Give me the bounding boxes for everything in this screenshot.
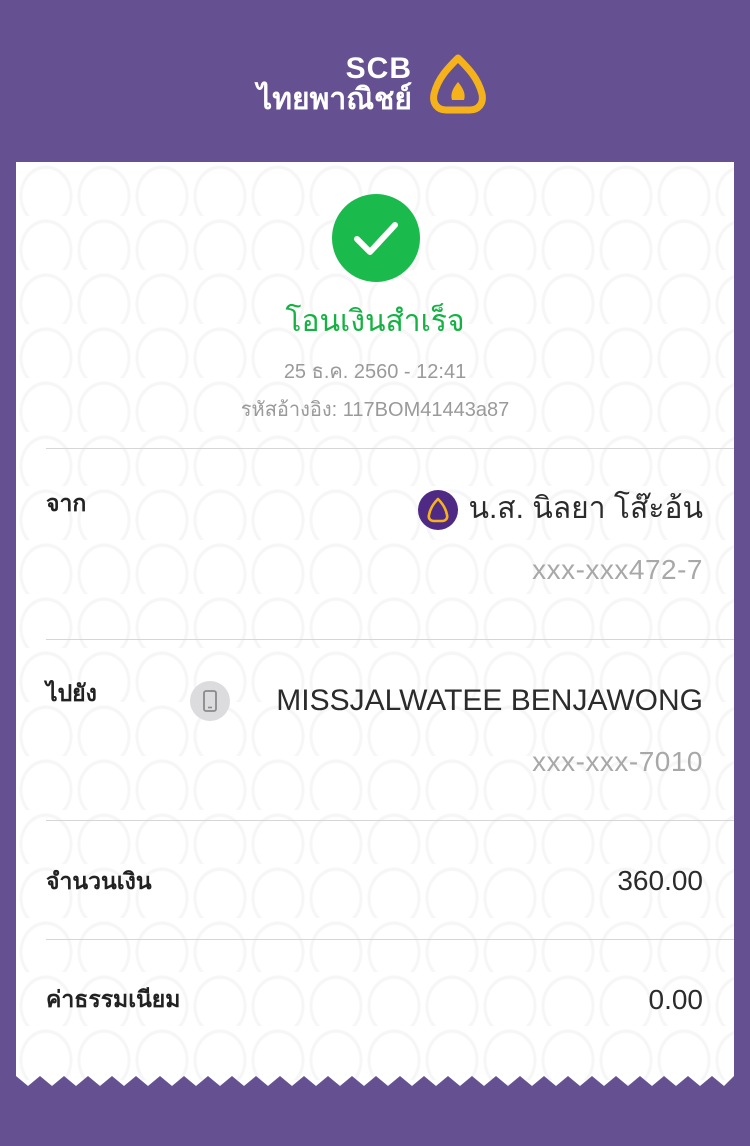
fee-value: 0.00 [648, 984, 704, 1015]
scb-logo-icon [426, 54, 490, 116]
receipt-torn-edge [16, 1076, 734, 1092]
sender-account: xxx-xxx472-7 [532, 554, 703, 585]
brand-name-en: SCB [345, 52, 412, 85]
amount-label: จำนวนเงิน [46, 868, 152, 894]
transfer-reference: รหัสอ้างอิง: 117BOM41443a87 [240, 399, 510, 421]
from-label: จาก [46, 490, 87, 516]
to-label: ไปยัง [46, 680, 97, 706]
divider [46, 820, 734, 821]
amount-value: 360.00 [617, 865, 703, 896]
brand-name-th: ไทยพาณิชย์ [257, 83, 412, 116]
success-check-icon [332, 194, 420, 282]
recipient-account: xxx-xxx-7010 [532, 746, 703, 777]
brand: SCB ไทยพาณิชย์ [257, 52, 490, 122]
divider [46, 448, 734, 449]
recipient-name: MISSJALWATEE BENJAWONG [276, 684, 703, 717]
mobile-phone-icon [190, 681, 230, 721]
divider [46, 939, 734, 940]
transfer-receipt: โอนเงินสำเร็จ 25 ธ.ค. 2560 - 12:41 รหัสอ… [16, 162, 734, 1092]
transfer-status-title: โอนเงินสำเร็จ [285, 305, 465, 338]
divider [46, 639, 734, 640]
app-header: SCB ไทยพาณิชย์ [0, 0, 750, 162]
fee-label: ค่าธรรมเนียม [46, 986, 181, 1012]
scb-bank-icon [418, 490, 458, 530]
transfer-datetime: 25 ธ.ค. 2560 - 12:41 [283, 361, 467, 383]
sender-name: น.ส. นิลยา โส๊ะอ้น [468, 492, 703, 525]
